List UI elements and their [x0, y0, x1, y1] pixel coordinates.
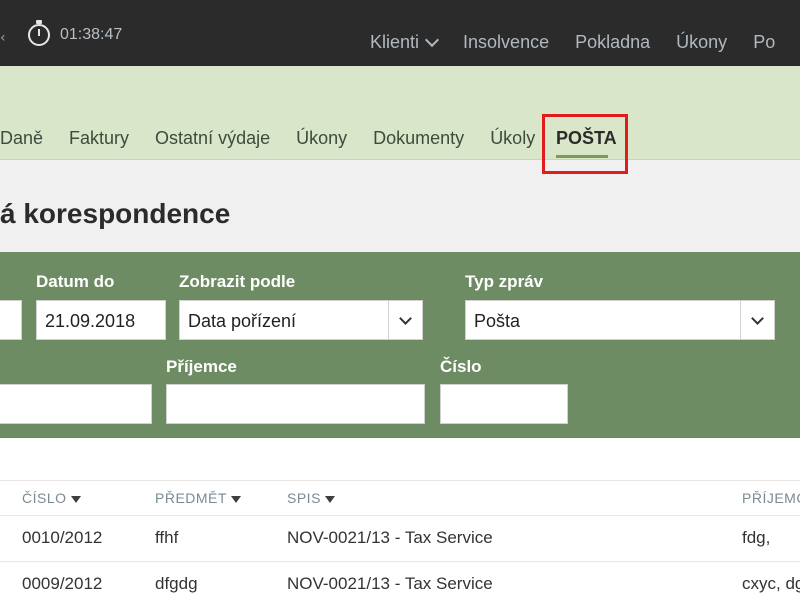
column-header-prijemce[interactable]: PŘÍJEMC [742, 490, 800, 506]
sort-icon [230, 495, 241, 503]
cell-cislo: 0010/2012 [22, 528, 103, 547]
zobrazit-podle-value: Data pořízení [188, 311, 297, 331]
tab-ukoly[interactable]: Úkoly [490, 128, 535, 149]
highlight-annotation [542, 114, 628, 174]
cislo-label: Číslo [440, 357, 482, 376]
table-header: ČÍSLO PŘEDMĚT SPIS PŘÍJEMC [0, 480, 800, 516]
tab-ukony[interactable]: Úkony [296, 128, 347, 149]
timer: 01:38:47 [28, 20, 123, 46]
top-bar: ‹ 01:38:47 Klienti Insolvence Pokladna Ú… [0, 0, 800, 66]
cell-cislo: 0009/2012 [22, 574, 103, 593]
dropdown-button[interactable] [740, 301, 774, 339]
prijemce-input[interactable] [166, 384, 425, 424]
chevron-left-icon[interactable]: ‹ [0, 30, 6, 46]
cell-predmet: dfgdg [155, 574, 198, 593]
table-row[interactable]: 0009/2012 dfgdg NOV-0021/13 - Tax Servic… [0, 562, 800, 600]
typ-zprav-label: Typ zpráv [465, 272, 544, 291]
cell-prijemce: cxyc, dg [742, 574, 800, 593]
odesilatel-input[interactable] [0, 384, 152, 424]
stopwatch-icon [28, 20, 50, 46]
typ-zprav-select[interactable]: Pošta [465, 300, 775, 340]
chevron-down-icon [424, 32, 440, 47]
chevron-down-icon [399, 311, 412, 325]
datum-do-input[interactable]: 21.09.2018 [36, 300, 166, 340]
chevron-down-icon [751, 311, 764, 325]
nav-item-ukony[interactable]: Úkony [676, 32, 727, 53]
cell-spis: NOV-0021/13 - Tax Service [287, 528, 493, 547]
nav-item-po[interactable]: Po [753, 32, 775, 53]
prijemce-label: Příjemce [166, 357, 237, 376]
table-row[interactable]: 0010/2012 ffhf NOV-0021/13 - Tax Service… [0, 516, 800, 562]
column-label: PŘÍJEMC [742, 490, 800, 506]
page-title: á korespondence [0, 198, 231, 229]
tab-ostatni-vydaje[interactable]: Ostatní výdaje [155, 128, 270, 149]
nav-label: Pokladna [575, 32, 651, 52]
column-header-spis[interactable]: SPIS [287, 490, 335, 506]
timer-value: 01:38:47 [60, 26, 123, 43]
cell-spis: NOV-0021/13 - Tax Service [287, 574, 493, 593]
zobrazit-podle-label: Zobrazit podle [179, 272, 296, 291]
column-header-cislo[interactable]: ČÍSLO [22, 490, 81, 506]
typ-zprav-value: Pošta [474, 311, 521, 331]
column-label: ČÍSLO [22, 490, 67, 506]
column-label: PŘEDMĚT [155, 490, 227, 506]
nav-item-insolvence[interactable]: Insolvence [463, 32, 549, 53]
datum-od-field[interactable] [0, 300, 22, 340]
datum-do-label: Datum do [36, 272, 115, 291]
client-tabs: Daně Faktury Ostatní výdaje Úkony Dokume… [0, 128, 535, 149]
nav-label: Po [753, 32, 776, 52]
nav-label: Úkony [676, 32, 728, 52]
nav-item-klienti[interactable]: Klienti [370, 32, 440, 53]
top-nav: Klienti Insolvence Pokladna Úkony Po [370, 32, 775, 53]
sort-icon [70, 495, 81, 503]
zobrazit-podle-select[interactable]: Data pořízení [179, 300, 423, 340]
tab-dokumenty[interactable]: Dokumenty [373, 128, 464, 149]
correspondence-table: ČÍSLO PŘEDMĚT SPIS PŘÍJEMC 0010/2012 ffh… [0, 438, 800, 600]
column-header-predmet[interactable]: PŘEDMĚT [155, 490, 241, 506]
tab-faktury[interactable]: Faktury [69, 128, 129, 149]
nav-item-pokladna[interactable]: Pokladna [575, 32, 650, 53]
filter-panel: Datum do 21.09.2018 Zobrazit podle Data … [0, 252, 800, 438]
nav-label: Klienti [370, 32, 420, 52]
nav-label: Insolvence [463, 32, 550, 52]
column-label: SPIS [287, 490, 321, 506]
dropdown-button[interactable] [388, 301, 422, 339]
tab-dane[interactable]: Daně [0, 128, 43, 149]
datum-do-value: 21.09.2018 [45, 311, 136, 331]
cislo-input[interactable] [440, 384, 568, 424]
cell-predmet: ffhf [155, 528, 179, 547]
sort-icon [324, 495, 335, 503]
cell-prijemce: fdg, [742, 528, 771, 547]
